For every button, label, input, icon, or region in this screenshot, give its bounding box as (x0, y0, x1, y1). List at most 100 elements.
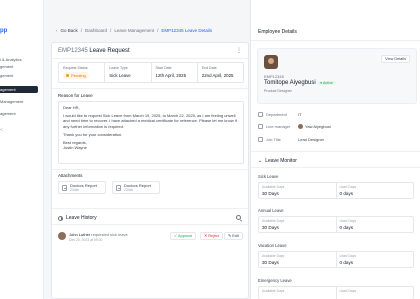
employee-details-heading: Employee Details (258, 29, 297, 35)
available-days-cell: Available Days 30 Days (259, 252, 337, 267)
leave-request-card: EMP12345 Leave Request ⋮ Request Status … (51, 42, 250, 299)
divider (52, 169, 250, 170)
breadcrumb-leave-management[interactable]: Leave Management (114, 28, 154, 33)
available-days-label: Available Days (262, 185, 285, 189)
go-back-link[interactable]: Go Back (61, 28, 78, 33)
user-icon (258, 124, 263, 129)
used-days-cell: Used Days (337, 287, 414, 299)
available-days-cell: Available Days (259, 287, 337, 299)
sidebar-item-management-1[interactable]: gement (0, 63, 44, 70)
reason-thanks: Thank you for your consideration. (63, 131, 123, 137)
history-action: requested sick leave (91, 232, 128, 237)
check-icon: ✓ (174, 234, 178, 238)
start-date-value: 12th April, 2025 (155, 73, 187, 78)
request-status-cell: Request Status Pending (59, 63, 106, 82)
chevron-down-icon[interactable]: ⌄ (258, 158, 262, 164)
divider (52, 208, 250, 209)
line-manager-label: Line manager (266, 124, 291, 129)
attachment-item[interactable]: Doctors Report 234kb (112, 181, 160, 194)
chevron-left-icon[interactable]: ‹ (56, 28, 58, 33)
job-title-row: Job Title Lead Designer (258, 137, 414, 142)
leave-history-heading: Leave History (58, 215, 97, 221)
avatar (58, 232, 66, 240)
sidebar-collapse-icon[interactable]: < (0, 127, 3, 132)
status-badge-text: Active (322, 81, 333, 85)
divider (251, 151, 420, 152)
more-options-icon[interactable]: ⋮ (236, 47, 242, 54)
status-badge-text: Pending (71, 73, 86, 78)
main-content: ‹ Go Back / Dashboard / Leave Management… (44, 0, 250, 299)
employee-name: Tomitope Aiyegbusi (264, 80, 316, 86)
status-badge: ● Active (317, 81, 336, 85)
leave-monitor-heading: ⌄ Leave Monitor (258, 158, 297, 164)
department-value: IT (298, 112, 302, 117)
request-info-grid: Request Status Pending Leave Type Sick L… (58, 62, 244, 83)
leave-type-label: Leave Type (109, 66, 128, 70)
sidebar-item-management-4[interactable]: agement (0, 110, 44, 117)
leave-history-title: Leave History (66, 215, 97, 221)
document-icon (116, 184, 121, 191)
leave-balance-annual: Available Days 30 Days Used Days 0 days (258, 216, 414, 233)
view-details-button[interactable]: View Details (381, 55, 410, 63)
employee-role: Product Designer (264, 89, 292, 93)
building-icon (258, 112, 263, 117)
available-days-cell: Available Days 30 Days (259, 217, 337, 232)
available-days-label: Available Days (262, 219, 285, 223)
department-label: Department (266, 112, 287, 117)
sidebar-item-leave-management[interactable]: agement (0, 86, 38, 93)
sidebar-item-management-3[interactable]: Management (0, 98, 44, 105)
sidebar-item-management-2[interactable]: gement (0, 72, 44, 79)
leave-type-value: Sick Leave (109, 73, 131, 78)
leave-category-annual: Annual Leave (258, 208, 284, 213)
available-days-label: Available Days (262, 289, 285, 293)
job-title-value: Lead Designer (298, 137, 325, 142)
leave-type-cell: Leave Type Sick Leave (105, 63, 152, 82)
active-dot-icon: ● (320, 81, 323, 85)
start-date-cell: Start Date 12th April, 2025 (152, 63, 198, 82)
edit-label: Edit (232, 234, 239, 238)
history-entry-text: John Luther requested sick leave (69, 232, 128, 237)
leave-category-emergency: Emergency Leave (258, 278, 292, 283)
available-days-value: 30 Days (262, 225, 279, 230)
department-row: Department IT (258, 112, 414, 117)
card-title: EMP12345 Leave Request (58, 48, 130, 54)
divider (251, 167, 420, 168)
used-days-cell: Used Days 0 days (337, 183, 414, 198)
document-icon (62, 184, 67, 191)
available-days-value: 30 Days (262, 260, 279, 265)
used-days-value: 0 days (339, 191, 354, 196)
approve-button[interactable]: ✓ Approve (170, 232, 197, 240)
pending-dot-icon (66, 74, 69, 77)
pencil-icon: ✎ (228, 234, 232, 238)
employee-card: View Details EMP12345 Tomitope Aiyegbusi… (257, 48, 417, 104)
used-days-label: Used Days (339, 289, 357, 293)
leave-monitor-title: Leave Monitor (265, 158, 297, 164)
attachment-item[interactable]: Doctors Report 234kb (58, 181, 106, 194)
reject-button[interactable]: ✕ Reject (200, 232, 224, 240)
leave-category-vacation: Vacation Leave (258, 243, 287, 248)
breadcrumb-dashboard[interactable]: Dashboard (85, 28, 107, 33)
edit-button[interactable]: ✎ Edit (224, 232, 243, 240)
status-badge: Pending (63, 72, 89, 79)
employee-id: EMP12345 (58, 48, 88, 54)
app-logo: pp (0, 28, 8, 34)
sidebar-item-analytics[interactable]: l & Analytics (0, 56, 44, 63)
search-icon[interactable] (236, 215, 241, 220)
line-manager-value: Yaw Aiyegbusi (298, 124, 331, 129)
leave-category-sick: Sick Leave (258, 174, 279, 179)
sidebar: pp l & Analytics gement gement agement M… (0, 0, 44, 299)
reject-label: Reject (208, 234, 220, 238)
line-manager-row: Line manager Yaw Aiyegbusi (258, 124, 414, 129)
breadcrumb-separator: / (110, 28, 112, 33)
used-days-label: Used Days (339, 219, 357, 223)
history-timestamp: Dec 20, 2023 at 09:20 (69, 238, 103, 242)
leave-balance-emergency: Available Days Used Days (258, 286, 414, 299)
attachment-size: 234kb (70, 188, 80, 192)
job-title-label: Job Title (266, 137, 281, 142)
end-date-value: 22nd April, 2025 (201, 73, 234, 78)
close-icon: ✕ (204, 234, 208, 238)
used-days-value: 0 days (339, 225, 354, 230)
history-user-name: John Luther (69, 232, 91, 237)
avatar (298, 124, 303, 129)
divider (52, 58, 250, 59)
